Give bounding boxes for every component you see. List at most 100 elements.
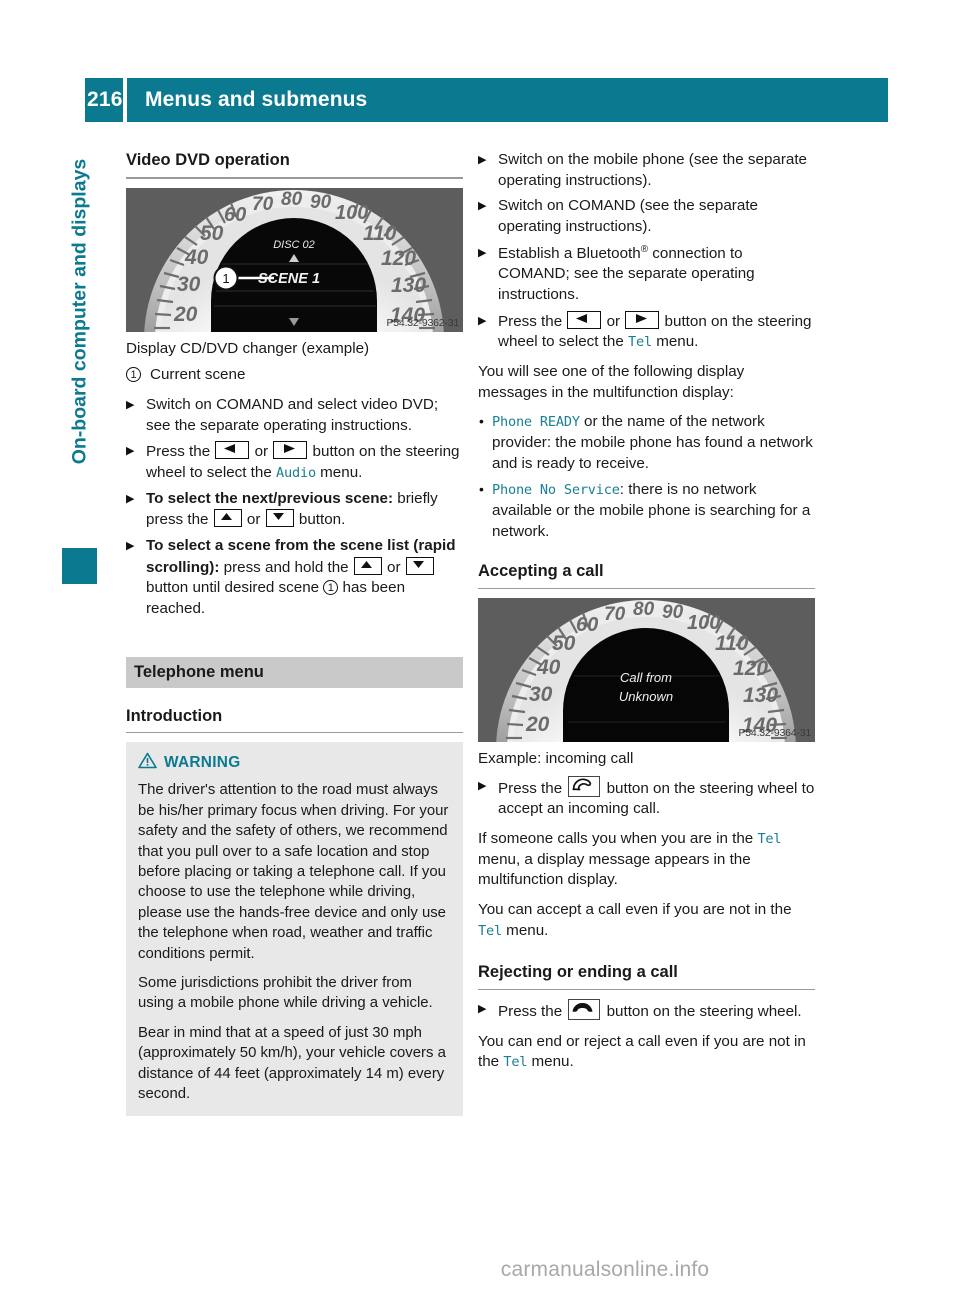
step-text: button. xyxy=(294,511,346,529)
up-arrow-key-icon xyxy=(213,509,242,528)
display-disc-label: DISC 02 xyxy=(273,239,315,251)
page-title: Menus and submenus xyxy=(145,88,368,111)
chapter-label: On-board computer and displays xyxy=(68,158,91,465)
svg-text:90: 90 xyxy=(662,602,684,623)
section-rule xyxy=(126,176,463,179)
step-item: To select a scene from the scene list (r… xyxy=(126,536,463,620)
warning-box: WARNING The driver's attention to the ro… xyxy=(126,742,463,1117)
step-text: press and hold the xyxy=(219,558,353,576)
step-text: Press the xyxy=(498,1003,567,1021)
svg-text:60: 60 xyxy=(224,204,246,226)
step-item: Press the button on the steering wheel t… xyxy=(478,775,815,820)
svg-text:100: 100 xyxy=(335,202,368,224)
right-column: Switch on the mobile phone (see the sepa… xyxy=(478,150,815,1082)
legend-text: Current scene xyxy=(150,366,246,384)
warning-paragraph: Some jurisdictions prohibit the driver f… xyxy=(138,974,433,1012)
menu-name-tel: Tel xyxy=(478,922,502,939)
step-text: button on the steering wheel. xyxy=(602,1003,802,1021)
warning-triangle-icon xyxy=(138,752,157,774)
svg-text:30: 30 xyxy=(177,273,201,296)
paragraph-text: menu. xyxy=(501,921,549,939)
menu-name-audio: Audio xyxy=(276,464,316,481)
phone-hangup-icon xyxy=(568,999,601,1021)
svg-text:40: 40 xyxy=(184,246,209,269)
step-item: Press the or button on the steering whee… xyxy=(478,310,815,353)
rejecting-paragraph: You can end or reject a call even if you… xyxy=(478,1032,815,1073)
step-text: Press the xyxy=(498,312,567,330)
svg-text:130: 130 xyxy=(743,684,778,707)
down-arrow-key-icon xyxy=(265,509,294,528)
page-number: 216 xyxy=(87,88,123,111)
figure-image-code: P54.32-9364-31 xyxy=(738,727,811,740)
svg-text:20: 20 xyxy=(525,713,550,736)
svg-text:30: 30 xyxy=(529,683,553,706)
warning-header: WARNING xyxy=(138,752,451,774)
accepting-paragraph-2: You can accept a call even if you are no… xyxy=(478,900,815,941)
up-arrow-key-icon xyxy=(353,556,382,575)
svg-text:40: 40 xyxy=(536,656,561,679)
figure-callout-1: 1 xyxy=(222,271,229,286)
step-text: or xyxy=(250,443,273,461)
list-item: Phone READY or the name of the network p… xyxy=(478,412,815,474)
svg-text:80: 80 xyxy=(281,189,303,210)
telephone-prep-steps: Switch on the mobile phone (see the sepa… xyxy=(478,150,815,353)
message-code: Phone READY xyxy=(492,414,580,431)
section-title-introduction: Introduction xyxy=(126,706,223,725)
figure-incoming-call-cluster: 20 30 40 50 60 70 80 90 100 110 120 130 … xyxy=(478,598,815,743)
step-text: button until desired scene xyxy=(146,579,324,597)
step-item: Press the or button on the steering whee… xyxy=(126,441,463,483)
svg-text:20: 20 xyxy=(173,303,198,326)
list-item: Phone No Service: there is no network av… xyxy=(478,480,815,542)
accept-call-steps: Press the button on the steering wheel t… xyxy=(478,775,815,820)
figure-caption-incoming-call: Example: incoming call xyxy=(478,750,634,768)
section-title-accepting-a-call: Accepting a call xyxy=(478,562,604,581)
chapter-side-tab: On-board computer and displays xyxy=(62,150,98,584)
accepting-paragraph-1: If someone calls you when you are in the… xyxy=(478,829,815,891)
menu-name-tel: Tel xyxy=(757,831,782,848)
watermark-text: carmanualsonline.info xyxy=(500,1258,710,1281)
phone-pickup-icon xyxy=(568,775,601,797)
figure-caption-dvd: Display CD/DVD changer (example) xyxy=(126,339,370,357)
figure-dvd-cluster: 20 30 40 50 60 70 80 90 100 110 120 130 … xyxy=(126,187,463,332)
display-messages-list: Phone READY or the name of the network p… xyxy=(478,412,815,542)
svg-text:50: 50 xyxy=(200,222,224,245)
step-item: To select the next/previous scene: brief… xyxy=(126,489,463,531)
step-text: or xyxy=(382,558,405,576)
section-title-video-dvd: Video DVD operation xyxy=(126,151,290,169)
paragraph-text: menu. xyxy=(527,1053,574,1071)
section-band-telephone-menu: Telephone menu xyxy=(126,656,463,688)
left-column: Video DVD operation 20 30 40 50 60 70 80… xyxy=(126,150,463,1125)
menu-name-tel: Tel xyxy=(628,334,652,351)
display-messages-intro: You will see one of the following displa… xyxy=(478,363,745,401)
inline-callout-ref: 1 xyxy=(323,580,339,596)
step-text: Switch on COMAND and select video DVD; s… xyxy=(146,395,439,434)
step-text: Press the xyxy=(146,443,215,461)
step-text: menu. xyxy=(651,333,699,351)
page-header: 216 Menus and submenus xyxy=(85,78,888,122)
paragraph-text: If someone calls you when you are in the xyxy=(478,830,758,848)
step-item: Switch on the mobile phone (see the sepa… xyxy=(478,150,815,191)
step-text: Establish a Bluetooth xyxy=(498,244,641,262)
svg-text:70: 70 xyxy=(604,604,626,625)
svg-text:100: 100 xyxy=(687,612,720,634)
down-arrow-key-icon xyxy=(405,556,434,575)
paragraph-text: You can accept a call even if you are no… xyxy=(478,901,792,919)
warning-paragraph: Bear in mind that at a speed of just 30 … xyxy=(138,1024,446,1102)
paragraph-text: menu, a display message appears in the m… xyxy=(478,850,751,889)
svg-text:90: 90 xyxy=(310,192,332,213)
step-text: menu. xyxy=(315,463,363,481)
step-item: Switch on COMAND (see the separate opera… xyxy=(478,196,815,237)
footer-watermark: carmanualsonline.info xyxy=(0,1258,960,1282)
rejecting-rule xyxy=(478,989,815,991)
step-item: Press the button on the steering wheel. xyxy=(478,999,815,1023)
figure-image-code: P54.32-9362-31 xyxy=(386,316,459,329)
svg-text:110: 110 xyxy=(715,632,749,655)
right-arrow-key-icon xyxy=(625,310,660,329)
step-text: Switch on the mobile phone (see the sepa… xyxy=(498,151,808,189)
step-text: or xyxy=(242,511,265,529)
left-arrow-key-icon xyxy=(215,441,250,460)
figure-legend-row: 1 Current scene xyxy=(126,365,463,386)
registered-mark: ® xyxy=(640,243,649,255)
warning-label: WARNING xyxy=(164,754,241,772)
left-arrow-key-icon xyxy=(567,310,602,329)
